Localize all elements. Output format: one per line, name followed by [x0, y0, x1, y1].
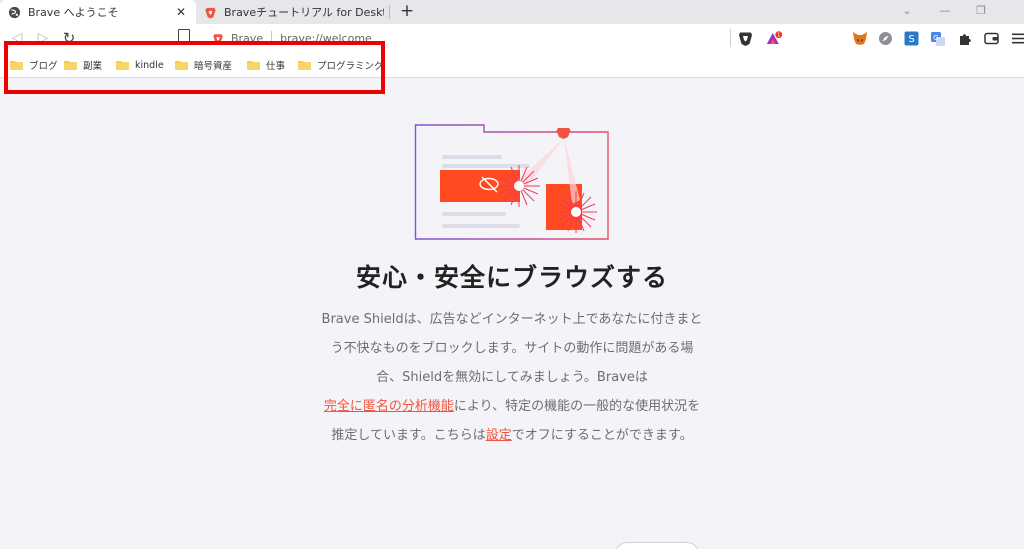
brave-lion-icon — [205, 7, 216, 19]
description-line: Brave Shieldは、広告などインターネット上であなたに付きまと — [321, 312, 703, 327]
new-tab-button[interactable]: + — [398, 2, 416, 20]
puzzle-icon[interactable] — [956, 30, 973, 47]
page-title: 安心・安全にブラウズする — [355, 263, 668, 292]
tab-brave-tutorial[interactable]: Braveチュートリアル for Desktop | Brave — [196, 0, 392, 24]
restore-button[interactable]: ❐ — [972, 3, 990, 19]
shield-description: Brave Shieldは、広告などインターネット上であなたに付きまと う不快な… — [296, 305, 728, 450]
translate-icon[interactable]: G — [929, 30, 946, 47]
close-icon[interactable]: ✕ — [174, 5, 188, 19]
address-bar-divider — [730, 29, 731, 47]
description-text: により、特定の機能の一般的な使用状況を — [453, 399, 701, 414]
tab-divider — [389, 5, 390, 19]
extension-compass-icon[interactable] — [877, 30, 894, 47]
next-button[interactable] — [615, 542, 699, 549]
brave-shield-icon[interactable] — [737, 30, 754, 47]
settings-link[interactable]: 設定 — [486, 428, 512, 443]
brave-rewards-icon[interactable]: 1 — [766, 30, 783, 47]
description-line: 推定しています。こちらは設定でオフにすることができます。 — [296, 421, 728, 450]
svg-text:S: S — [908, 34, 914, 45]
tab-search-button[interactable]: ⌄ — [898, 3, 916, 19]
tab-title: Brave へようこそ — [28, 6, 119, 19]
description-text: でオフにすることができます。 — [511, 428, 693, 443]
anonymous-analytics-link[interactable]: 完全に匿名の分析機能 — [324, 399, 454, 414]
shield-blocking-illustration — [414, 124, 609, 240]
tab-title: Braveチュートリアル for Desktop | Brave — [224, 6, 384, 19]
tab-strip: Brave へようこそ ✕ Braveチュートリアル for Desktop |… — [0, 0, 1024, 24]
rewards-badge: 1 — [777, 33, 780, 39]
hamburger-menu-icon[interactable] — [1009, 30, 1024, 47]
wallet-icon[interactable] — [983, 30, 1000, 47]
description-line: 合、Shieldを無効にしてみましょう。Braveは — [376, 370, 648, 385]
globe-icon — [8, 6, 21, 18]
annotation-highlight-box — [4, 41, 385, 94]
extension-s-icon[interactable]: S — [903, 30, 920, 47]
minimize-button[interactable]: — — [936, 3, 954, 19]
description-line: 完全に匿名の分析機能により、特定の機能の一般的な使用状況を — [296, 392, 728, 421]
svg-text:G: G — [933, 34, 938, 42]
tab-welcome[interactable]: Brave へようこそ ✕ — [0, 0, 196, 24]
description-line: う不快なものをブロックします。サイトの動作に問題がある場 — [330, 341, 694, 356]
metamask-fox-icon[interactable] — [851, 30, 868, 47]
description-text: 推定しています。こちらは — [331, 428, 486, 443]
